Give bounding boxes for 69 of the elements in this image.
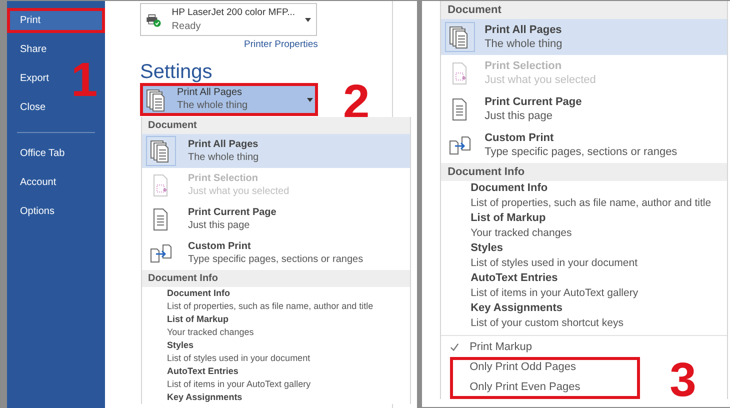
item-title: Custom Print [188, 240, 252, 252]
item-title: Styles [167, 339, 195, 352]
menu-item[interactable]: Only Print Even Pages [470, 377, 640, 397]
printer-dropdown[interactable]: HP LaserJet 200 color MFP... Ready [140, 3, 317, 36]
item-description: The whole thing [484, 36, 562, 52]
menu-item[interactable]: Print All Pages The whole thing [142, 134, 410, 168]
menu-item[interactable]: Key Assignments List of your custom shortcut keys [440, 301, 727, 331]
menu-item[interactable]: Only Print Odd Pages [470, 357, 640, 377]
item-title: Styles [470, 241, 504, 256]
menu-toggle-item[interactable]: Print Markup [440, 337, 727, 357]
item-title: Custom Print [484, 130, 555, 144]
item-title: Print Current Page [188, 206, 276, 218]
settings-heading: Settings [140, 60, 212, 85]
item-title: Print Selection [484, 58, 563, 72]
item-description: List of styles used in your document [470, 256, 638, 271]
print-range-dropdown[interactable]: Print All Pages The whole thing [140, 83, 318, 116]
menu-item[interactable]: Print All Pages The whole thing [440, 19, 727, 55]
item-description: Your tracked changes [167, 326, 255, 339]
item-description: Type specific pages, sections or ranges [188, 252, 364, 266]
dropdown-caret-icon [305, 18, 311, 22]
item-title: Key Assignments [470, 301, 564, 316]
menu-item[interactable]: AutoText Entries List of items in your AutoText gallery [440, 271, 727, 301]
item-description: Just what you selected [484, 72, 596, 88]
item-description: List of properties, such as file name, author and title [470, 196, 712, 211]
item-description: Just this page [484, 108, 554, 124]
item-description: List of properties, such as file name, author and title [167, 300, 374, 313]
menu-item[interactable]: Key Assignments [142, 391, 410, 404]
item-description: Type specific pages, sections or ranges [484, 144, 678, 160]
menu-item[interactable]: List of Markup Your tracked changes [440, 211, 727, 241]
item-title: Document Info [470, 181, 549, 196]
item-description: List of styles used in your document [167, 352, 312, 365]
section-header: Document [440, 1, 727, 19]
item-description: The whole thing [188, 150, 259, 164]
range-description: The whole thing [177, 99, 249, 113]
item-title: AutoText Entries [167, 365, 240, 378]
item-title: Print All Pages [484, 22, 562, 36]
printer-name: HP LaserJet 200 color MFP... [172, 6, 295, 20]
item-title: Key Assignments [167, 391, 244, 404]
item-title: List of Markup [167, 313, 230, 326]
printer-properties-link[interactable]: Printer Properties [244, 38, 318, 52]
menu-item[interactable]: List of Markup Your tracked changes [142, 313, 410, 339]
item-description: List of your custom shortcut keys [470, 316, 624, 331]
dropdown-caret-icon [307, 98, 313, 102]
item-title: Print Selection [188, 172, 260, 184]
item-title: List of Markup [470, 211, 547, 226]
item-description: Just what you selected [188, 184, 290, 198]
menu-item[interactable]: Styles List of styles used in your document [142, 339, 410, 365]
range-title: Print All Pages [177, 86, 244, 99]
section-header: Document [142, 117, 410, 134]
menu-item[interactable]: Document Info List of properties, such as file name, author and title [142, 287, 410, 313]
item-title: Print All Pages [188, 138, 259, 150]
item-description: List of items in your AutoText gallery [470, 286, 640, 301]
sidebar-item[interactable]: Print [7, 8, 105, 33]
annotation-number: 1 [71, 57, 98, 105]
section-header: Document Info [440, 163, 727, 181]
item-description: Your tracked changes [470, 226, 573, 241]
item-description: List of items in your AutoText gallery [167, 378, 312, 391]
item-title: AutoText Entries [470, 271, 559, 286]
menu-item[interactable]: Styles List of styles used in your document [440, 241, 727, 271]
item-title: Document Info [167, 287, 231, 300]
menu-item[interactable]: Document Info List of properties, such as file name, author and title [440, 181, 727, 211]
item-description: Just this page [188, 218, 251, 232]
menu-item[interactable]: AutoText Entries List of items in your AutoText gallery [142, 365, 410, 391]
printer-status: Ready [172, 20, 202, 34]
item-label: Print Markup [470, 340, 532, 355]
item-title: Print Current Page [484, 94, 582, 108]
section-header: Document Info [142, 270, 410, 287]
annotation-number: 3 [670, 357, 696, 405]
check-icon [450, 342, 459, 352]
